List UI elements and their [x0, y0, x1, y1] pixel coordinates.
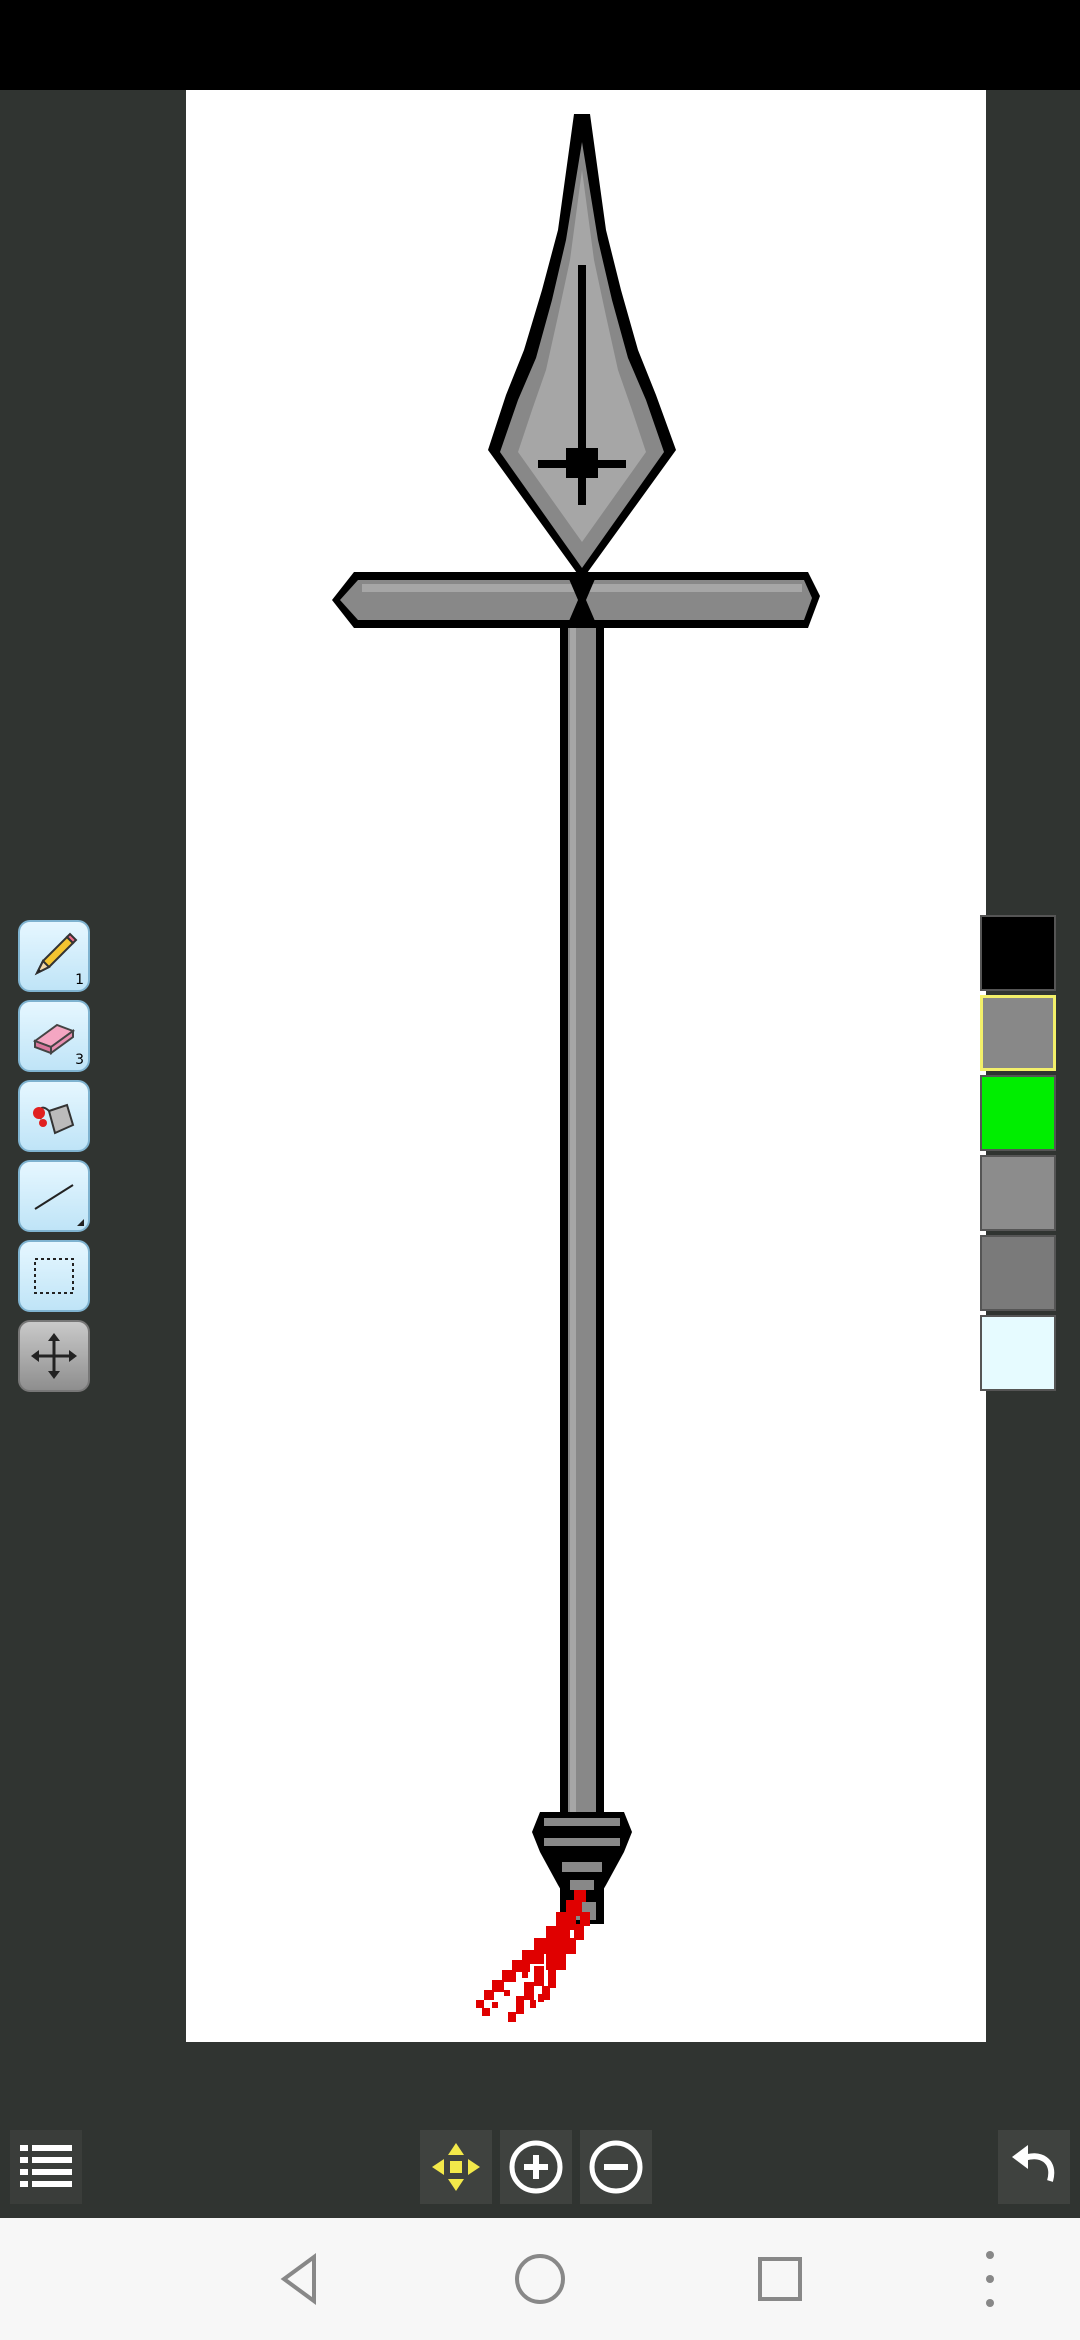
zoom-in-button[interactable] — [500, 2130, 572, 2204]
eraser-tool[interactable]: 3 — [18, 1000, 90, 1072]
status-bar — [0, 0, 1080, 90]
system-navigation-bar — [0, 2218, 1080, 2340]
butt-cap-band2 — [544, 1838, 620, 1846]
move-arrows-icon — [31, 1333, 77, 1379]
eraser-icon — [32, 1023, 76, 1055]
butt-cap-band4 — [570, 1880, 594, 1890]
eraser-size: 3 — [75, 1052, 84, 1068]
bottom-toolbar — [0, 2100, 1080, 2220]
pencil-tool[interactable]: 1 — [18, 920, 90, 992]
shaft-shine — [570, 628, 576, 1920]
back-button[interactable] — [240, 2218, 360, 2340]
color-swatch[interactable] — [980, 1155, 1056, 1231]
line-icon — [34, 1184, 74, 1210]
rectangle-select-icon — [34, 1258, 74, 1294]
zoom-in-icon — [509, 2140, 563, 2194]
pencil-icon — [34, 932, 78, 976]
recents-button[interactable] — [720, 2218, 840, 2340]
select-tool[interactable] — [18, 1240, 90, 1312]
pan-button[interactable] — [420, 2130, 492, 2204]
more-button[interactable] — [930, 2218, 1050, 2340]
color-swatch[interactable] — [980, 1235, 1056, 1311]
pan-icon — [432, 2143, 480, 2191]
blood-tassel — [476, 1890, 590, 2022]
zoom-out-icon — [589, 2140, 643, 2194]
menu-button[interactable] — [10, 2130, 82, 2204]
pencil-size: 1 — [75, 972, 84, 988]
butt-cap-band3 — [562, 1862, 602, 1872]
butt-cap-band1 — [544, 1818, 620, 1826]
menu-icon — [20, 2145, 72, 2187]
line-options-indicator — [77, 1219, 84, 1226]
color-swatch[interactable] — [980, 1075, 1056, 1151]
recents-icon — [758, 2257, 802, 2301]
home-button[interactable] — [480, 2218, 600, 2340]
drawing-canvas[interactable] — [186, 90, 986, 2042]
color-palette — [980, 915, 1058, 1395]
spear-cross-knot — [566, 448, 598, 478]
home-icon — [515, 2254, 565, 2304]
undo-icon — [1012, 2145, 1055, 2182]
color-swatch[interactable] — [980, 915, 1056, 991]
undo-button[interactable] — [998, 2130, 1070, 2204]
back-icon — [280, 2253, 316, 2305]
tool-palette: 1 3 — [18, 920, 92, 1400]
zoom-out-button[interactable] — [580, 2130, 652, 2204]
fill-tool[interactable] — [18, 1080, 90, 1152]
color-swatch[interactable] — [980, 1315, 1056, 1391]
move-tool[interactable] — [18, 1320, 90, 1392]
paint-bucket-icon — [33, 1103, 75, 1135]
color-swatch[interactable] — [980, 995, 1056, 1071]
line-tool[interactable] — [18, 1160, 90, 1232]
pixel-artwork — [332, 114, 820, 2022]
more-icon — [986, 2251, 994, 2307]
